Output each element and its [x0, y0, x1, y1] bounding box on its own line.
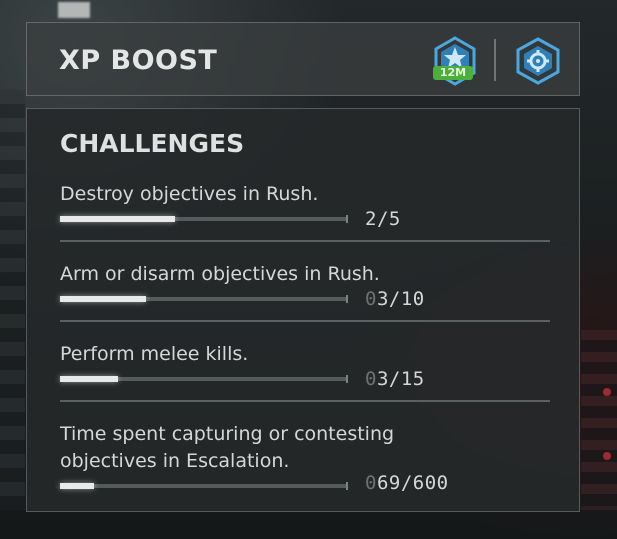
challenge-item: Perform melee kills. 03/15	[60, 341, 550, 402]
challenge-label: Time spent capturing or contesting objec…	[60, 423, 395, 472]
progress-bar-end	[346, 295, 348, 303]
challenge-item: Time spent capturing or contesting objec…	[60, 421, 550, 494]
challenge-progress-fill	[60, 296, 146, 302]
challenges-title: CHALLENGES	[60, 129, 245, 158]
challenge-progress-bar	[60, 482, 348, 490]
xp-boost-header: XP BOOST 12M	[26, 22, 580, 96]
background-light	[58, 2, 90, 18]
challenge-separator	[60, 400, 550, 402]
background-red-light	[603, 388, 611, 396]
challenge-count: 2/5	[365, 208, 401, 230]
background-wall	[0, 90, 25, 510]
challenge-label: Destroy objectives in Rush.	[60, 183, 319, 205]
progress-bar-end	[346, 215, 348, 223]
xp-boost-title: XP BOOST	[59, 45, 218, 76]
challenge-progress-bar	[60, 215, 348, 223]
challenge-progress-fill	[60, 216, 175, 222]
gear-hexagon-icon[interactable]	[513, 36, 563, 86]
challenge-separator	[60, 320, 550, 322]
background-machinery	[581, 330, 617, 510]
challenge-progress-fill	[60, 376, 118, 382]
challenge-item: Destroy objectives in Rush. 2/5	[60, 181, 550, 242]
challenge-progress-bar	[60, 295, 348, 303]
challenge-label: Perform melee kills.	[60, 343, 249, 365]
challenge-item: Arm or disarm objectives in Rush. 03/10	[60, 261, 550, 322]
challenge-progress-bar	[60, 375, 348, 383]
background-red-light	[603, 452, 611, 460]
challenge-progress-fill	[60, 483, 94, 489]
challenge-count: 03/15	[365, 368, 425, 390]
challenge-label: Arm or disarm objectives in Rush.	[60, 263, 380, 285]
progress-bar-end	[346, 375, 348, 383]
boost-duration-badge: 12M	[433, 66, 473, 80]
challenge-separator	[60, 240, 550, 242]
challenges-panel: CHALLENGES Destroy objectives in Rush. 2…	[26, 108, 580, 512]
challenge-count: 03/10	[365, 288, 425, 310]
header-divider	[494, 39, 496, 81]
progress-bar-end	[346, 482, 348, 490]
challenge-count: 069/600	[365, 472, 449, 494]
